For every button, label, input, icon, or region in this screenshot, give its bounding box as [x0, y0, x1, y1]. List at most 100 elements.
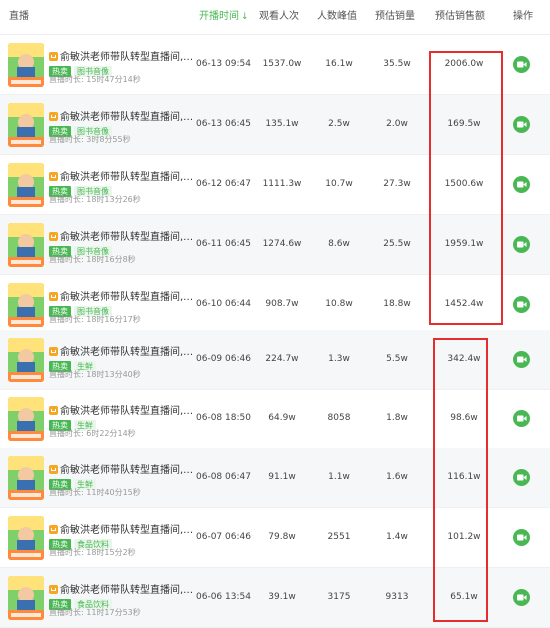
header-est-revenue[interactable]: 预估销售额: [435, 0, 485, 34]
video-replay-icon[interactable]: [513, 116, 530, 133]
viewers-cell: 1537.0w: [262, 59, 302, 69]
est-revenue-cell: 1500.6w: [444, 179, 484, 189]
video-replay-icon[interactable]: [513, 351, 530, 368]
est-sales-cell: 1.4w: [386, 532, 408, 542]
start-time-cell: 06-11 06:45: [196, 239, 251, 249]
table-row[interactable]: 俞敏洪老师带队转型直播间,… 热卖 图书音像 直播时长: 15时47分14秒 06-13…: [0, 35, 550, 95]
viewers-cell: 64.9w: [268, 413, 296, 423]
header-broadcast: 直播: [9, 11, 29, 22]
header-start-time-label: 开播时间: [199, 11, 239, 22]
est-sales-cell: 1.6w: [386, 472, 408, 482]
peak-cell: 2.5w: [328, 119, 350, 129]
viewers-cell: 908.7w: [265, 299, 299, 309]
peak-cell: 10.7w: [325, 179, 353, 189]
table-row[interactable]: 俞敏洪老师带队转型直播间,… 热卖 生鲜 直播时长: 6时22分14秒 06-08 18…: [0, 389, 550, 449]
broadcast-thumbnail[interactable]: [8, 338, 44, 382]
video-replay-icon[interactable]: [513, 469, 530, 486]
viewers-cell: 1274.6w: [262, 239, 302, 249]
video-replay-icon[interactable]: [513, 410, 530, 427]
viewers-cell: 91.1w: [268, 472, 296, 482]
video-replay-icon[interactable]: [513, 176, 530, 193]
table-row[interactable]: 俞敏洪老师带队转型直播间,… 热卖 图书音像 直播时长: 18时13分26秒 06-12…: [0, 155, 550, 215]
broadcast-thumbnail[interactable]: [8, 397, 44, 441]
broadcast-thumbnail[interactable]: [8, 103, 44, 147]
header-est-sales[interactable]: 预估销量: [375, 0, 415, 34]
est-revenue-cell: 2006.0w: [444, 59, 484, 69]
header-viewers[interactable]: 观看人次: [259, 0, 299, 34]
est-revenue-cell: 98.6w: [450, 413, 478, 423]
peak-cell: 3175: [327, 592, 351, 602]
broadcast-thumbnail[interactable]: [8, 43, 44, 87]
header-start-time[interactable]: 开播时间 ↓: [199, 0, 249, 34]
broadcast-duration: 直播时长: 6时22分14秒: [49, 429, 136, 438]
sort-desc-icon: ↓: [241, 12, 249, 22]
peak-cell: 2551: [327, 532, 351, 542]
est-sales-cell: 2.0w: [386, 119, 408, 129]
viewers-cell: 224.7w: [265, 354, 299, 364]
start-time-cell: 06-08 18:50: [196, 413, 251, 423]
video-replay-icon[interactable]: [513, 296, 530, 313]
table-row[interactable]: 俞敏洪老师带队转型直播间,… 热卖 图书音像 直播时长: 18时16分17秒 06-10…: [0, 275, 550, 335]
broadcast-duration: 直播时长: 18时13分26秒: [49, 195, 141, 204]
broadcast-duration: 直播时长: 11时40分15秒: [49, 488, 141, 497]
est-revenue-cell: 65.1w: [450, 592, 478, 602]
table-row[interactable]: 俞敏洪老师带队转型直播间,… 热卖 生鲜 直播时长: 18时13分40秒 06-09 0…: [0, 330, 550, 390]
table-row[interactable]: 俞敏洪老师带队转型直播间,… 热卖 图书音像 直播时长: 18时16分8秒 06-11 …: [0, 215, 550, 275]
est-revenue-cell: 1959.1w: [444, 239, 484, 249]
start-time-cell: 06-10 06:44: [196, 299, 251, 309]
start-time-cell: 06-06 13:54: [196, 592, 251, 602]
header-action: 操作: [513, 11, 533, 22]
broadcast-duration: 直播时长: 18时13分40秒: [49, 370, 141, 379]
broadcast-duration: 直播时长: 18时16分8秒: [49, 255, 136, 264]
broadcast-duration: 直播时长: 11时17分53秒: [49, 608, 141, 617]
start-time-cell: 06-08 06:47: [196, 472, 251, 482]
start-time-cell: 06-13 09:54: [196, 59, 251, 69]
viewers-cell: 79.8w: [268, 532, 296, 542]
table-row[interactable]: 俞敏洪老师带队转型直播间,… 热卖 食品饮料 直播时长: 11时17分53秒 06-06…: [0, 568, 550, 628]
broadcast-thumbnail[interactable]: [8, 456, 44, 500]
est-revenue-cell: 101.2w: [447, 532, 481, 542]
est-sales-cell: 25.5w: [383, 239, 411, 249]
broadcast-thumbnail[interactable]: [8, 576, 44, 620]
peak-cell: 1.1w: [328, 472, 350, 482]
broadcast-thumbnail[interactable]: [8, 163, 44, 207]
peak-cell: 16.1w: [325, 59, 353, 69]
est-sales-cell: 35.5w: [383, 59, 411, 69]
video-replay-icon[interactable]: [513, 236, 530, 253]
peak-cell: 8.6w: [328, 239, 350, 249]
video-replay-icon[interactable]: [513, 589, 530, 606]
viewers-cell: 135.1w: [265, 119, 299, 129]
est-revenue-cell: 342.4w: [447, 354, 481, 364]
table-row[interactable]: 俞敏洪老师带队转型直播间,… 热卖 生鲜 直播时长: 11时40分15秒 06-08 0…: [0, 448, 550, 508]
broadcast-duration: 直播时长: 18时15分2秒: [49, 548, 136, 557]
broadcast-thumbnail[interactable]: [8, 283, 44, 327]
peak-cell: 10.8w: [325, 299, 353, 309]
est-sales-cell: 9313: [385, 592, 409, 602]
est-sales-cell: 27.3w: [383, 179, 411, 189]
est-revenue-cell: 169.5w: [447, 119, 481, 129]
start-time-cell: 06-13 06:45: [196, 119, 251, 129]
table-row[interactable]: 俞敏洪老师带队转型直播间,… 热卖 图书音像 直播时长: 3时8分55秒 06-13 0…: [0, 95, 550, 155]
header-peak[interactable]: 人数峰值: [317, 0, 357, 34]
broadcast-duration: 直播时长: 3时8分55秒: [49, 135, 131, 144]
broadcast-duration: 直播时长: 18时16分17秒: [49, 315, 141, 324]
est-sales-cell: 18.8w: [383, 299, 411, 309]
video-replay-icon[interactable]: [513, 529, 530, 546]
est-sales-cell: 5.5w: [386, 354, 408, 364]
start-time-cell: 06-07 06:46: [196, 532, 251, 542]
viewers-cell: 1111.3w: [262, 179, 302, 189]
start-time-cell: 06-09 06:46: [196, 354, 251, 364]
video-replay-icon[interactable]: [513, 56, 530, 73]
peak-cell: 8058: [327, 413, 351, 423]
est-revenue-cell: 116.1w: [447, 472, 481, 482]
table-row[interactable]: 俞敏洪老师带队转型直播间,… 热卖 食品饮料 直播时长: 18时15分2秒 06-07 …: [0, 508, 550, 568]
viewers-cell: 39.1w: [268, 592, 296, 602]
est-sales-cell: 1.8w: [386, 413, 408, 423]
start-time-cell: 06-12 06:47: [196, 179, 251, 189]
broadcast-thumbnail[interactable]: [8, 516, 44, 560]
peak-cell: 1.3w: [328, 354, 350, 364]
broadcast-duration: 直播时长: 15时47分14秒: [49, 75, 141, 84]
table-header: 直播 开播时间 ↓ 观看人次 人数峰值 预估销量 预估销售额 操作: [0, 0, 550, 35]
broadcast-thumbnail[interactable]: [8, 223, 44, 267]
est-revenue-cell: 1452.4w: [444, 299, 484, 309]
